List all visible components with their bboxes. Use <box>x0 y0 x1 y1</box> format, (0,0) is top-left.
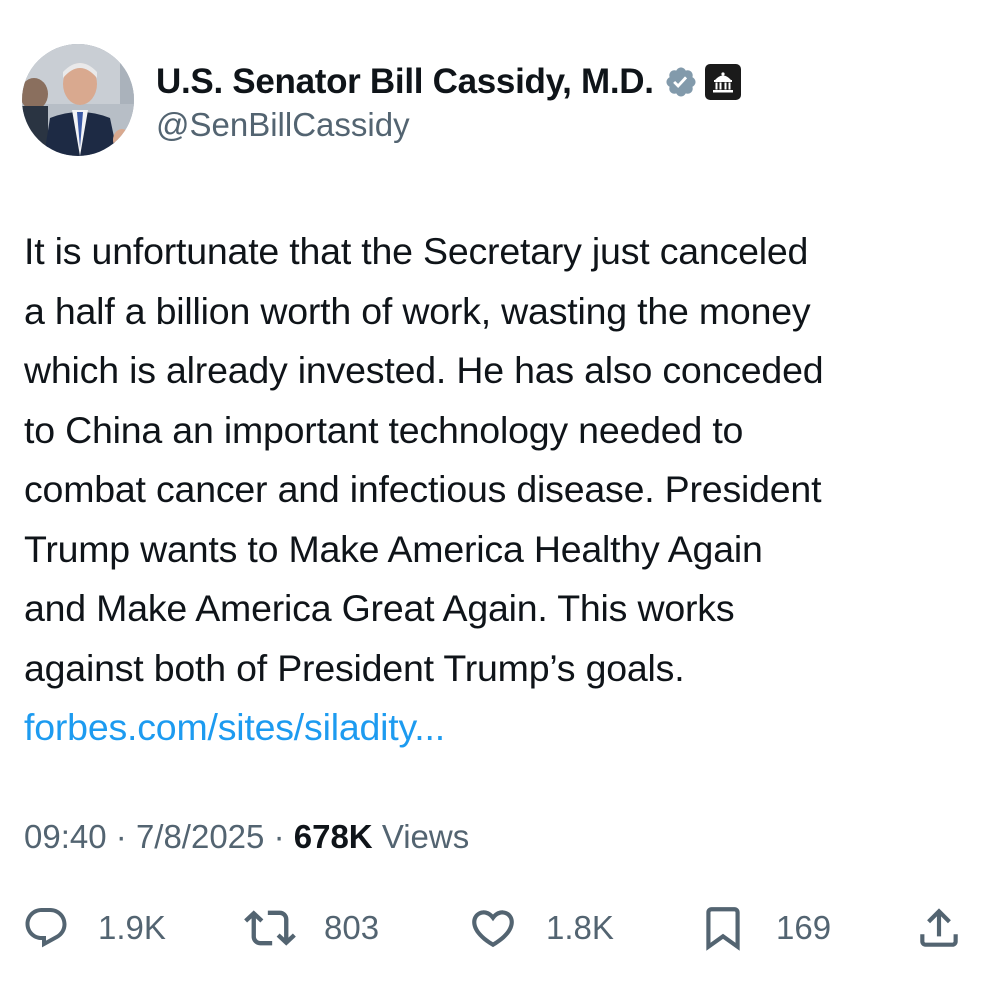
government-building-icon[interactable] <box>704 63 742 101</box>
tweet-actions: 1.9K 803 1.8K 169 <box>0 900 1000 956</box>
like-count: 1.8K <box>546 909 614 946</box>
tweet-text-line: to China an important technology needed … <box>24 408 744 451</box>
reply-icon <box>25 908 67 948</box>
like-button[interactable]: 1.8K <box>468 900 614 956</box>
tweet-text-line: combat cancer and infectious disease. Pr… <box>24 468 822 510</box>
bookmark-count: 169 <box>776 909 832 946</box>
views-label: Views <box>381 818 470 855</box>
tweet-text-line: and Make America Great Again. This works <box>24 587 735 629</box>
verified-badge-icon[interactable] <box>664 65 698 99</box>
tweet-meta: 09:40 · 7/8/2025 · 678K Views <box>24 818 469 856</box>
tweet-text-line: Trump wants to Make America Healthy Agai… <box>24 527 763 570</box>
views-count[interactable]: 678K <box>294 818 373 855</box>
reply-count: 1.9K <box>98 909 166 946</box>
meta-separator: · <box>273 818 285 855</box>
share-icon <box>920 908 958 947</box>
tweet-text-line: a half a billion worth of work, wasting … <box>24 289 811 332</box>
heart-icon <box>472 910 514 948</box>
tweet-time[interactable]: 09:40 <box>24 818 107 855</box>
bookmark-icon <box>706 907 740 951</box>
profile-photo <box>22 44 134 156</box>
author-name-row: U.S. Senator Bill Cassidy, M.D. <box>156 60 742 104</box>
tweet-text-line: It is unfortunate that the Secretary jus… <box>24 230 809 272</box>
article-link[interactable]: forbes.com/sites/siladity... <box>24 706 445 748</box>
repost-button[interactable]: 803 <box>244 900 379 956</box>
author-handle[interactable]: @SenBillCassidy <box>156 106 410 144</box>
tweet-text-line: which is already invested. He has also c… <box>24 349 824 391</box>
display-name[interactable]: U.S. Senator Bill Cassidy, M.D. <box>156 62 654 102</box>
avatar[interactable] <box>22 44 134 156</box>
reply-button[interactable]: 1.9K <box>22 900 166 956</box>
repost-count: 803 <box>324 909 380 946</box>
share-button[interactable] <box>914 900 964 956</box>
repost-icon <box>244 910 296 946</box>
bookmark-button[interactable]: 169 <box>698 900 831 956</box>
tweet-text-line: against both of President Trump’s goals. <box>24 646 685 689</box>
meta-separator: · <box>115 818 127 855</box>
tweet-text: It is unfortunate that the Secretary jus… <box>24 222 984 758</box>
tweet-date[interactable]: 7/8/2025 <box>136 818 264 855</box>
